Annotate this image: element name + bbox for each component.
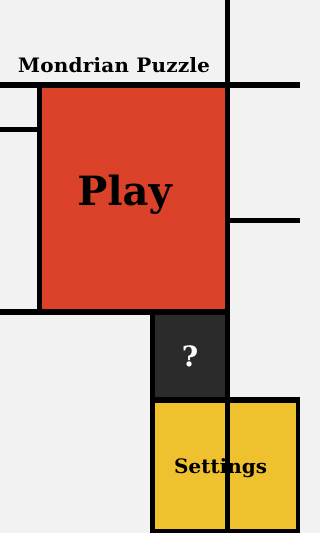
- grid-line: [296, 397, 300, 533]
- grid-line: [230, 218, 300, 223]
- play-label: Play: [77, 168, 172, 215]
- play-button[interactable]: Play: [42, 88, 225, 309]
- grid-line: [150, 529, 300, 533]
- question-mark-icon: ?: [181, 339, 199, 373]
- grid-line: [0, 127, 37, 132]
- settings-button[interactable]: Settings: [155, 403, 296, 529]
- settings-label: Settings: [173, 454, 268, 478]
- help-button[interactable]: ?: [155, 315, 225, 397]
- game-title: Mondrian Puzzle: [17, 53, 211, 77]
